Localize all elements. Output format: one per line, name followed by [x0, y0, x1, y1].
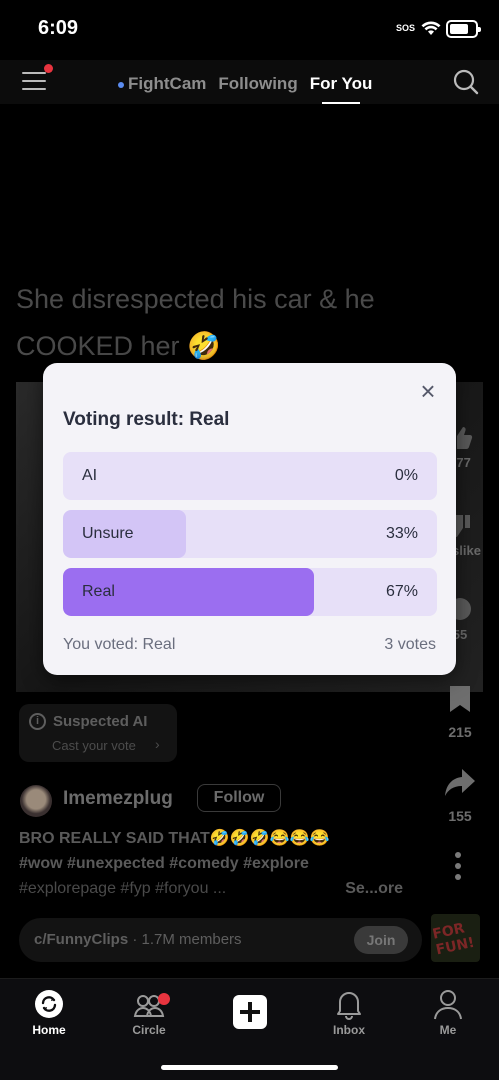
profile-icon [434, 990, 462, 1020]
nav-inbox-label: Inbox [333, 1023, 365, 1037]
description-line-2: #wow #unexpected #comedy #explore [19, 855, 309, 872]
nav-inbox[interactable]: Inbox [314, 987, 384, 1037]
join-button[interactable]: Join [354, 926, 408, 954]
description-line-1: BRO REALLY SAID THAT🤣🤣🤣😂😂😂 [19, 830, 330, 847]
vote-option-unsure[interactable]: Unsure 33% [63, 510, 437, 558]
wifi-icon [421, 21, 441, 35]
menu-icon[interactable] [22, 72, 46, 92]
thumbnail-text: FOR FUN! [431, 920, 477, 959]
info-icon: i [29, 713, 46, 730]
community-name: c/FunnyClips [34, 931, 129, 948]
vote-option-label: Real [82, 583, 115, 600]
vote-option-label: AI [82, 467, 98, 484]
community-text: c/FunnyClips · 1.7M members [34, 931, 242, 948]
bookmark-icon[interactable] [448, 684, 472, 714]
status-bar: 6:09 SOS [0, 0, 499, 56]
home-icon [35, 990, 63, 1018]
you-voted-text: You voted: Real [63, 636, 176, 653]
close-icon[interactable]: × [417, 378, 439, 404]
nav-circle[interactable]: Circle [114, 987, 184, 1037]
author-name[interactable]: Imemezplug [63, 788, 173, 810]
voting-result-modal: × Voting result: Real AI 0% Unsure 33% R… [43, 363, 456, 675]
top-nav: FightCam Following For You [0, 60, 499, 104]
bell-icon [337, 992, 361, 1020]
suspected-ai-title: Suspected AI [53, 713, 148, 730]
vote-option-ai[interactable]: AI 0% [63, 452, 437, 500]
battery-icon [446, 20, 481, 38]
vote-option-real[interactable]: Real 67% [63, 568, 437, 616]
nav-circle-label: Circle [132, 1023, 166, 1037]
home-indicator [161, 1065, 338, 1070]
nav-home[interactable]: Home [14, 987, 84, 1037]
community-bar[interactable]: c/FunnyClips · 1.7M members Join [19, 918, 422, 962]
post-description: BRO REALLY SAID THAT🤣🤣🤣😂😂😂 #wow #unexpec… [19, 826, 409, 901]
share-icon[interactable] [444, 766, 476, 798]
create-plus-icon[interactable] [233, 995, 267, 1029]
sos-indicator: SOS [396, 23, 416, 33]
vote-option-label: Unsure [82, 525, 134, 542]
vote-option-percent: 33% [385, 525, 418, 542]
bookmark-count: 215 [448, 724, 472, 740]
description-line-3-text: #explorepage #fyp #foryou ... [19, 880, 227, 897]
menu-notification-dot [44, 64, 53, 73]
follow-button[interactable]: Follow [197, 784, 281, 812]
avatar[interactable] [20, 785, 52, 817]
tab-fightcam[interactable]: FightCam [118, 74, 206, 94]
see-more-link[interactable]: Se...ore [345, 876, 403, 901]
nav-me[interactable]: Me [413, 987, 483, 1037]
chevron-right-icon: › [155, 736, 160, 752]
suspected-ai-badge[interactable]: i Suspected AI Cast your vote › [19, 704, 177, 762]
description-line-3: #explorepage #fyp #foryou ... Se...ore [19, 876, 403, 901]
vote-option-percent: 0% [394, 467, 418, 484]
search-icon[interactable] [452, 68, 480, 96]
post-caption: She disrespected his car & he COOKED her… [16, 284, 375, 361]
vote-count-text: 3 votes [384, 636, 436, 653]
community-members: · 1.7M members [132, 931, 242, 948]
status-time: 6:09 [38, 17, 79, 39]
cast-vote-label: Cast your vote [52, 738, 136, 753]
feed-tabs: FightCam Following For You [118, 74, 372, 104]
modal-title: Voting result: Real [63, 409, 230, 430]
tab-for-you[interactable]: For You [310, 74, 372, 104]
nav-me-label: Me [439, 1023, 457, 1037]
tab-following[interactable]: Following [218, 74, 297, 94]
author-row: Imemezplug Follow [20, 782, 440, 818]
live-dot-icon [118, 81, 124, 88]
vote-option-percent: 67% [385, 583, 418, 600]
more-options-icon[interactable] [455, 852, 465, 885]
circle-notification-dot [158, 993, 170, 1005]
nav-home-label: Home [32, 1023, 66, 1037]
bottom-nav: Home Circle Inbox Me [0, 978, 499, 1080]
community-thumbnail[interactable]: FOR FUN! [431, 914, 480, 962]
